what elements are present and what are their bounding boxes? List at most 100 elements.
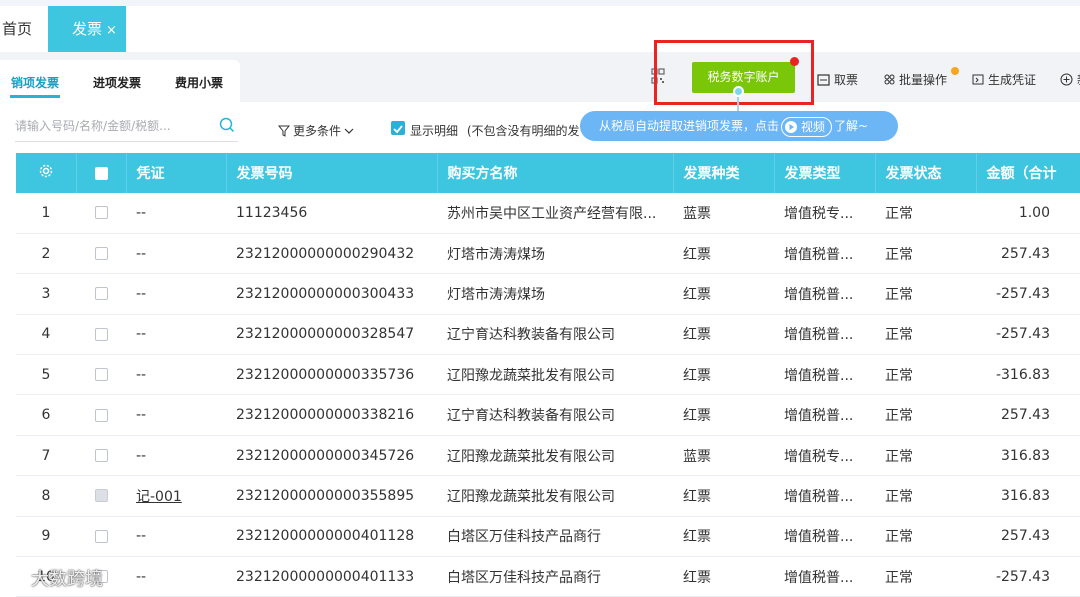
column-settings[interactable] xyxy=(16,153,77,193)
voucher-link[interactable]: 记-001 xyxy=(136,489,182,505)
table-row[interactable]: 9 -- 23212000000000401128 白塔区万佳科技产品商行 红票 增值税普… xyxy=(16,516,1080,558)
column-header-invoice-number[interactable]: 发票号码 xyxy=(226,153,438,193)
generate-voucher-button[interactable]: 生成凭证 xyxy=(972,71,1036,88)
amount-cell: 257.43 xyxy=(976,516,1080,558)
play-icon xyxy=(785,120,798,133)
table-row[interactable]: 6 -- 23212000000000338216 辽宁育达科教装备有限公司 红票 增值税… xyxy=(16,394,1080,436)
amount-cell: -257.43 xyxy=(976,314,1080,356)
add-button[interactable]: 新 xyxy=(1060,71,1080,88)
row-select-cell[interactable] xyxy=(76,435,126,477)
invoice-number-cell: 23212000000000355895 xyxy=(226,475,437,517)
table-row[interactable]: 2 -- 23212000000000290432 灯塔市涛涛煤场 红票 增值税普... 正… xyxy=(16,233,1080,275)
invoice-status-cell: 正常 xyxy=(875,394,976,436)
invoice-status-cell: 正常 xyxy=(875,233,976,275)
row-select-cell[interactable] xyxy=(76,394,126,436)
buyer-name-cell: 苏州市吴中区工业资产经营有限... xyxy=(437,193,673,234)
row-select-cell[interactable] xyxy=(76,233,126,275)
search-icon[interactable] xyxy=(219,117,235,133)
row-select-cell[interactable] xyxy=(76,516,126,558)
search-input[interactable]: 请输入号码/名称/金额/税额... xyxy=(15,112,238,142)
row-checkbox[interactable] xyxy=(94,206,108,220)
amount-cell: -316.83 xyxy=(976,354,1080,396)
column-header-voucher[interactable]: 凭证 xyxy=(126,153,227,193)
table-row[interactable]: 1 -- 11123456 苏州市吴中区工业资产经营有限... 蓝票 增值税专... 正常 1… xyxy=(16,193,1080,234)
voucher-cell[interactable]: 记-001 xyxy=(126,475,226,517)
invoice-type-cell: 增值税普... xyxy=(774,273,875,315)
buyer-name-cell: 灯塔市涛涛煤场 xyxy=(437,233,673,275)
table-row[interactable]: 10 -- 23212000000000401133 白塔区万佳科技产品商行 红票 增值税… xyxy=(16,556,1080,597)
invoice-kind-cell: 红票 xyxy=(673,475,774,517)
filter-icon xyxy=(278,125,290,137)
voucher-cell: -- xyxy=(126,354,226,396)
select-all-cell[interactable] xyxy=(76,153,127,193)
scan-icon xyxy=(817,73,830,86)
video-link[interactable]: 视频 xyxy=(781,116,833,137)
show-detail-checkbox[interactable] xyxy=(391,121,405,135)
voucher-value: -- xyxy=(136,204,147,221)
amount-cell: -257.43 xyxy=(976,556,1080,597)
amount-cell: 257.43 xyxy=(976,233,1080,275)
table-row[interactable]: 8 记-001 23212000000000355895 辽阳豫龙蔬菜批发有限公司 红票… xyxy=(16,475,1080,517)
gear-icon[interactable] xyxy=(39,164,53,178)
row-checkbox[interactable] xyxy=(94,408,108,422)
invoice-status-cell: 正常 xyxy=(875,354,976,396)
show-detail-note: (不包含没有明细的发 xyxy=(466,124,580,138)
table-row[interactable]: 5 -- 23212000000000335736 辽阳豫龙蔬菜批发有限公司 红票 增值税… xyxy=(16,354,1080,396)
voucher-icon xyxy=(972,74,984,85)
column-header-type[interactable]: 发票类型 xyxy=(774,153,876,193)
row-select-cell[interactable] xyxy=(76,273,126,315)
row-checkbox[interactable] xyxy=(94,327,108,341)
table-row[interactable]: 4 -- 23212000000000328547 辽宁育达科教装备有限公司 红票 增值税… xyxy=(16,314,1080,356)
plus-circle-icon xyxy=(1060,73,1073,86)
row-checkbox[interactable] xyxy=(94,529,108,543)
row-select-cell[interactable] xyxy=(76,314,126,356)
invoice-number-cell: 23212000000000401128 xyxy=(226,516,437,558)
more-filters-button[interactable]: 更多条件 xyxy=(278,122,354,139)
row-index: 4 xyxy=(16,314,76,356)
subtab-sales-invoice[interactable]: 销项发票 xyxy=(11,74,59,91)
guide-tooltip: 从税局自动提取进销项发票，点击 视频 了解~ xyxy=(580,111,898,141)
watermark-text: 大数跨境 xyxy=(31,569,103,590)
row-select-cell[interactable] xyxy=(76,475,126,517)
row-index: 9 xyxy=(16,516,76,558)
invoice-kind-cell: 红票 xyxy=(673,233,774,275)
invoice-kind-cell: 红票 xyxy=(673,354,774,396)
voucher-value: -- xyxy=(136,447,147,464)
table-row[interactable]: 7 -- 23212000000000345726 辽阳豫龙蔬菜批发有限公司 蓝票 增值税… xyxy=(16,435,1080,477)
column-header-kind[interactable]: 发票种类 xyxy=(673,153,775,193)
buyer-name-cell: 辽阳豫龙蔬菜批发有限公司 xyxy=(437,475,673,517)
subtab-expense-receipt[interactable]: 费用小票 xyxy=(175,74,223,91)
invoice-number-cell: 23212000000000300433 xyxy=(226,273,437,315)
invoice-type-cell: 增值税专... xyxy=(774,435,875,477)
invoice-type-cell: 增值税普... xyxy=(774,314,875,356)
buyer-name-cell: 白塔区万佳科技产品商行 xyxy=(437,556,673,597)
invoice-number-cell: 23212000000000338216 xyxy=(226,394,437,436)
buyer-name-cell: 辽阳豫龙蔬菜批发有限公司 xyxy=(437,354,673,396)
row-checkbox[interactable] xyxy=(94,449,108,463)
close-icon[interactable]: × xyxy=(106,23,117,38)
batch-operation-button[interactable]: 批量操作 xyxy=(884,71,947,88)
row-select-cell[interactable] xyxy=(76,354,126,396)
invoice-kind-cell: 蓝票 xyxy=(673,193,774,234)
check-icon xyxy=(393,125,403,134)
voucher-cell: -- xyxy=(126,193,226,234)
select-all-checkbox[interactable] xyxy=(94,166,108,180)
table-row[interactable]: 3 -- 23212000000000300433 灯塔市涛涛煤场 红票 增值税普... 正… xyxy=(16,273,1080,315)
table-header: 凭证 发票号码 购买方名称 发票种类 发票类型 发票状态 金额（合计 xyxy=(16,153,1080,193)
voucher-cell: -- xyxy=(126,435,226,477)
row-checkbox[interactable] xyxy=(94,287,108,301)
tab-invoice[interactable]: 发票 × xyxy=(48,6,126,52)
column-header-buyer[interactable]: 购买方名称 xyxy=(437,153,674,193)
row-checkbox[interactable] xyxy=(94,247,108,261)
invoice-status-cell: 正常 xyxy=(875,475,976,517)
column-header-status[interactable]: 发票状态 xyxy=(875,153,977,193)
column-header-amount[interactable]: 金额（合计 xyxy=(976,153,1080,193)
subtab-purchase-invoice[interactable]: 进项发票 xyxy=(93,74,141,91)
fetch-invoice-button[interactable]: 取票 xyxy=(817,71,858,88)
row-select-cell[interactable] xyxy=(76,193,126,234)
row-checkbox[interactable] xyxy=(94,368,108,382)
invoice-type-cell: 增值税普... xyxy=(774,516,875,558)
batch-icon xyxy=(884,74,895,85)
tab-home[interactable]: 首页 xyxy=(0,6,48,52)
row-checkbox[interactable] xyxy=(94,489,108,503)
